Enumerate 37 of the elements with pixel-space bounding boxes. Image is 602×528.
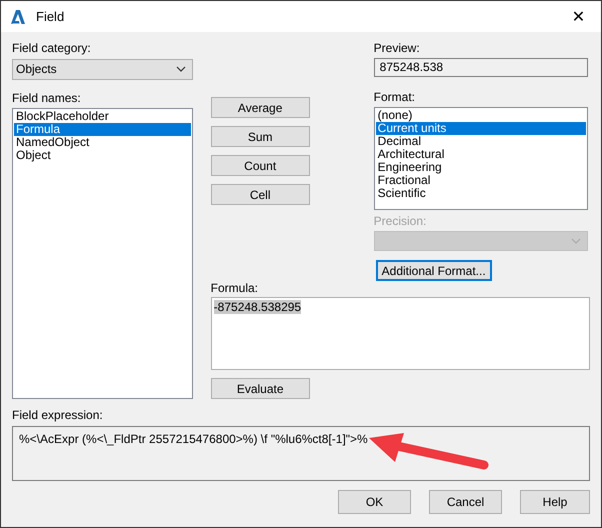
app-icon (10, 8, 26, 24)
field-label: Field expression: (12, 408, 104, 422)
list-item[interactable]: NamedObject (14, 136, 191, 149)
function-button[interactable]: Count (210, 155, 310, 176)
function-button[interactable]: Sum (210, 126, 310, 147)
field-label: Precision: (374, 214, 428, 228)
list-item[interactable]: Scientific (376, 187, 586, 200)
field-label: Field names: (12, 90, 82, 105)
list-item[interactable]: Engineering (376, 161, 586, 174)
dialog-button[interactable]: Cancel (429, 490, 502, 514)
preview-field: 875248.538 (374, 58, 588, 77)
list-item[interactable]: Fractional (376, 174, 586, 187)
window-title: Field (36, 9, 64, 24)
category-dropdown[interactable]: Objects (12, 59, 193, 80)
field-label: Format: (374, 90, 416, 104)
list-item[interactable]: Decimal (376, 135, 586, 148)
list-item[interactable]: Current units (376, 122, 586, 135)
function-button[interactable]: Average (210, 97, 310, 118)
chevron-down-icon (570, 238, 581, 244)
precision-dropdown[interactable] (374, 230, 588, 252)
dialog-button[interactable]: OK (338, 490, 411, 514)
dialog-button[interactable]: Help (520, 490, 590, 514)
field-label: Preview: (374, 41, 421, 55)
list-item[interactable]: Object (14, 148, 191, 162)
chevron-down-icon (176, 66, 186, 72)
function-button[interactable]: Cell (210, 184, 310, 205)
list-item[interactable]: Formula (14, 122, 191, 136)
field-label: Formula: (210, 281, 260, 295)
evaluate-button[interactable]: Evaluate (210, 378, 310, 399)
field-label: Field category: (12, 41, 92, 55)
close-button[interactable]: ✕ (556, 1, 601, 32)
list-item[interactable]: BlockPlaceholder (14, 110, 191, 123)
list-item[interactable]: (none) (376, 109, 586, 122)
expression-field: %<\AcExpr (%<\_FldPtr 2557215476800>%) \f "%lu6%ct8[-1]">% (12, 426, 590, 481)
additional-format-button[interactable]: Additional Format... (376, 260, 492, 281)
formula-field[interactable]: -875248.538295 (210, 297, 590, 370)
list-item[interactable]: Architectural (376, 148, 586, 161)
